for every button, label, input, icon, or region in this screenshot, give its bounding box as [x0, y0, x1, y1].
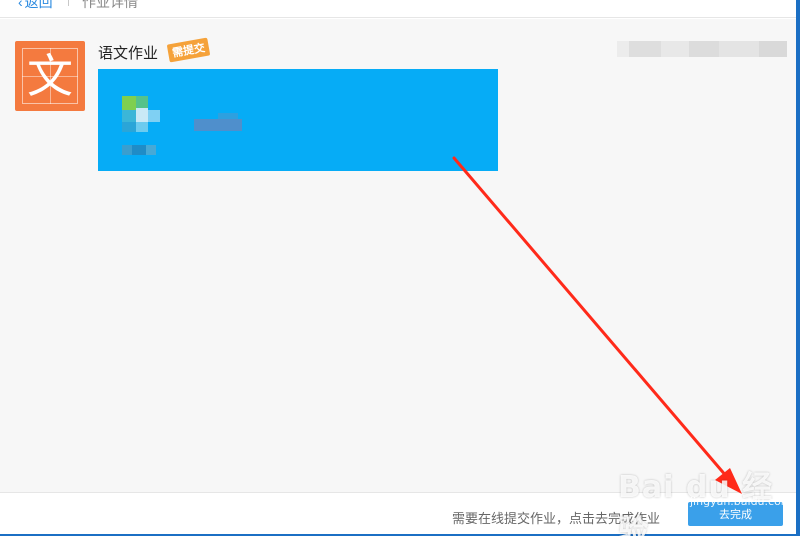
- breadcrumb: 作业详情: [82, 0, 138, 10]
- file-icon: [122, 122, 136, 132]
- file-icon: [136, 122, 148, 132]
- homework-title: 语文作业: [98, 45, 159, 62]
- blurred-date: [689, 41, 719, 57]
- file-icon: [136, 96, 148, 108]
- file-icon: [122, 110, 136, 122]
- attachment-card[interactable]: [98, 69, 498, 171]
- file-icon: [148, 110, 160, 122]
- blurred-date: [629, 41, 661, 57]
- file-name-blur: [218, 113, 238, 119]
- blurred-date: [759, 41, 787, 57]
- file-meta-blur: [132, 145, 146, 155]
- back-link[interactable]: ‹ 返回: [18, 0, 53, 12]
- blurred-date: [661, 41, 689, 57]
- subject-avatar-char: 文: [27, 49, 73, 103]
- file-icon: [136, 108, 148, 122]
- chevron-left-icon: ‹: [18, 0, 23, 10]
- file-icon: [122, 96, 136, 110]
- file-meta-blur: [122, 145, 132, 155]
- homework-window: ‹ 返回 作业详情 文 语文作业 需提交 需要在线提交作业，点击去完成作业 去完…: [0, 0, 796, 534]
- breadcrumb-divider: [68, 0, 69, 6]
- file-meta-blur: [146, 145, 156, 155]
- homework-detail: 文 语文作业 需提交: [0, 19, 796, 492]
- file-name-blur: [194, 119, 242, 131]
- blurred-date: [617, 41, 629, 57]
- blurred-date: [719, 41, 759, 57]
- status-badge: 需提交: [166, 37, 211, 63]
- subject-avatar: 文: [15, 41, 85, 111]
- back-link-label: 返回: [24, 0, 53, 10]
- watermark-url: jingyan.baidu.com: [690, 495, 792, 508]
- top-bar: ‹ 返回 作业详情: [0, 0, 796, 18]
